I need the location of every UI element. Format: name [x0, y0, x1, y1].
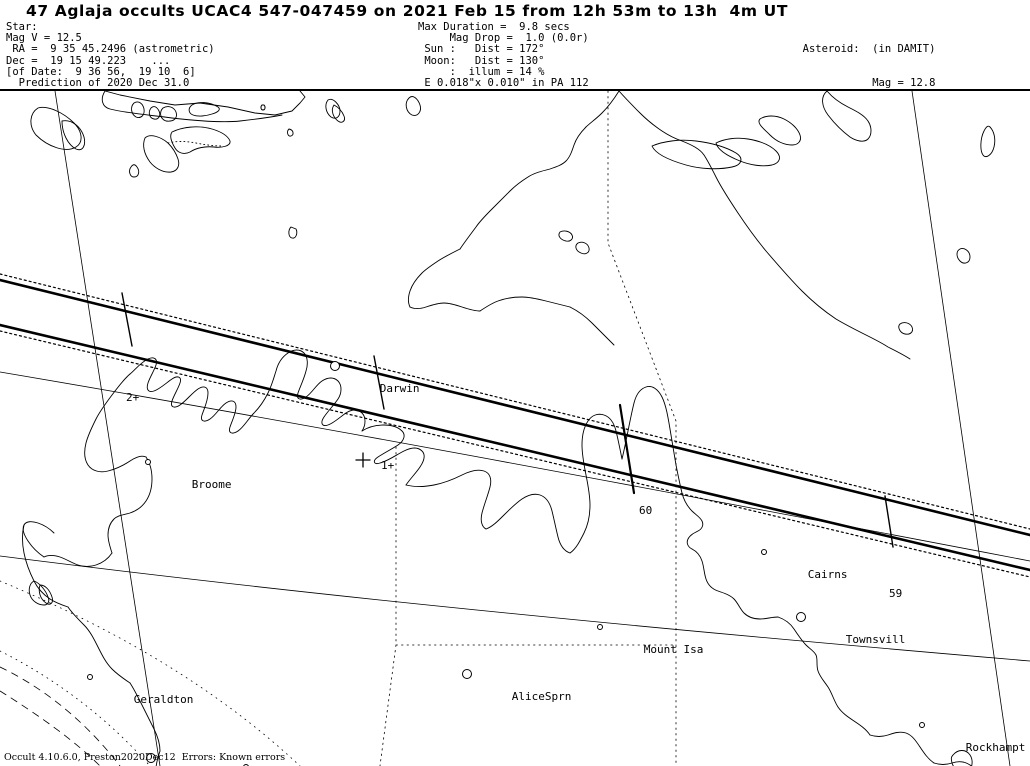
coast-isle-b	[287, 128, 294, 137]
city-marker-icon	[796, 612, 806, 622]
meridian-west	[54, 91, 161, 766]
city-marker-icon	[330, 361, 340, 371]
coast-newguinea-south	[618, 91, 911, 360]
coast-isle-ne-c	[898, 322, 913, 335]
border-ng-internal	[607, 91, 677, 646]
coast-bali	[131, 101, 145, 118]
city-marker-icon	[761, 549, 767, 555]
time-marker-2plus: 2+	[126, 391, 140, 404]
city-label-geraldton: Geraldton	[133, 693, 194, 706]
coast-isle-a	[260, 104, 266, 111]
coast-halmahera	[822, 91, 872, 142]
city-marker-icon	[919, 722, 925, 728]
city-label-alice-springs: AliceSprn	[511, 690, 572, 703]
coast-lombok	[148, 106, 161, 120]
header-panel: 47 Aglaja occults UCAC4 547-047459 on 20…	[0, 0, 1030, 223]
city-label-broome: Broome	[191, 478, 232, 491]
coast-isle-wetar	[325, 98, 341, 119]
coast-ng-birdneck	[409, 302, 481, 312]
city-label-rockhampton: Rockhampt	[965, 741, 1026, 754]
coast-sulawesi-arm	[715, 137, 780, 167]
coast-arnhem-east	[361, 424, 425, 486]
occultation-prediction-page: 47 Aglaja occults UCAC4 547-047459 on 20…	[0, 0, 1030, 766]
city-broome[interactable]: Broome	[145, 457, 232, 501]
coast-capeyork-tip	[621, 386, 677, 466]
coast-isle-ng-b	[575, 241, 590, 255]
coast-qld-rockhampton	[869, 731, 935, 764]
coast-exmouth	[22, 524, 69, 608]
center-cross	[355, 452, 371, 468]
city-darwin[interactable]: Darwin	[330, 361, 420, 405]
coast-isle-ng-a	[558, 230, 573, 242]
coast-java-south	[101, 91, 283, 123]
border-wa-nt	[377, 446, 397, 766]
coast-qld-cairns-townsville	[691, 548, 779, 620]
occultation-map: Darwin Broome Cairns Townsvill Mount Isa…	[0, 91, 1030, 766]
time-marker-59: 59	[889, 587, 903, 600]
city-marker-icon	[145, 459, 151, 465]
coast-isle-wetar2	[331, 104, 345, 123]
coast-isle-rote	[129, 164, 140, 178]
coast-newguinea-north	[459, 91, 620, 250]
coast-kimberley-west	[84, 373, 147, 473]
coast-gulf-east	[485, 493, 571, 554]
tick-2plus	[121, 292, 133, 347]
coast-sharkbay-b	[38, 584, 53, 605]
tick-59	[884, 495, 894, 548]
coast-sulawesi-ne	[758, 115, 801, 146]
coast-timor-join	[167, 141, 223, 147]
coast-capeyork-west	[569, 413, 623, 554]
asteroid-line-0: Asteroid: (in DAMIT)	[802, 43, 936, 56]
path-limits	[0, 278, 1030, 572]
map-svg	[0, 91, 1030, 766]
city-rockhampton[interactable]: Rockhampt	[919, 720, 1026, 764]
city-label-townsville: Townsvill	[845, 633, 906, 646]
city-marker-icon	[462, 669, 472, 679]
coast-timor-east	[170, 126, 231, 154]
city-label-mount-isa: Mount Isa	[643, 643, 704, 656]
coast-isle-tanimbar	[405, 96, 421, 116]
coast-ng-west-head	[408, 248, 461, 308]
coast-flores	[188, 102, 220, 117]
coast-broome-south	[107, 456, 153, 554]
coast-qld-ne1	[675, 464, 704, 550]
software-credit: Occult 4.10.6.0, Preston2020Dec12 Errors…	[4, 752, 286, 763]
coast-ng-inner	[479, 296, 571, 312]
coast-sulawesi-body	[651, 139, 742, 170]
city-marker-icon	[597, 624, 603, 630]
asteroid-line-1: Mag = 12.8	[872, 77, 936, 90]
coastlines	[0, 91, 1030, 766]
coast-timor-west	[143, 135, 180, 173]
coast-sharkbay-a	[28, 580, 50, 606]
meridian-east	[911, 91, 1011, 766]
center-crosshair-marks	[355, 452, 371, 468]
city-townsville[interactable]: Townsvill	[796, 612, 906, 656]
coast-isle-ne-a	[980, 125, 996, 158]
city-label-darwin: Darwin	[379, 382, 420, 395]
coast-80mile	[43, 552, 113, 567]
star-info-block: Star: Mag V = 12.5 RA = 9 35 45.2496 (as…	[6, 21, 215, 90]
time-marker-1plus: 1+	[381, 459, 395, 472]
event-info-block: Max Duration = 9.8 secs Mag Drop = 1.0 (…	[418, 21, 589, 90]
city-alice-springs[interactable]: AliceSprn	[462, 669, 572, 713]
coast-ng-inner2	[569, 306, 615, 346]
city-marker-icon	[87, 674, 93, 680]
coast-java-west	[30, 106, 82, 150]
path-south-limit-line	[0, 323, 1030, 572]
coast-pilbara	[22, 521, 55, 558]
coast-isle-c	[288, 226, 298, 239]
coast-sumbawa	[160, 106, 177, 122]
city-label-cairns: Cairns	[807, 568, 848, 581]
page-title: 47 Aglaja occults UCAC4 547-047459 on 20…	[26, 2, 788, 20]
meridians	[54, 91, 1011, 766]
city-geraldton[interactable]: Geraldton	[87, 672, 194, 716]
city-cairns[interactable]: Cairns	[761, 547, 848, 591]
coast-gulf-west	[405, 469, 492, 530]
city-mount-isa[interactable]: Mount Isa	[597, 622, 704, 666]
coast-isle-ne-b	[956, 248, 971, 264]
time-marker-60: 60	[639, 504, 653, 517]
